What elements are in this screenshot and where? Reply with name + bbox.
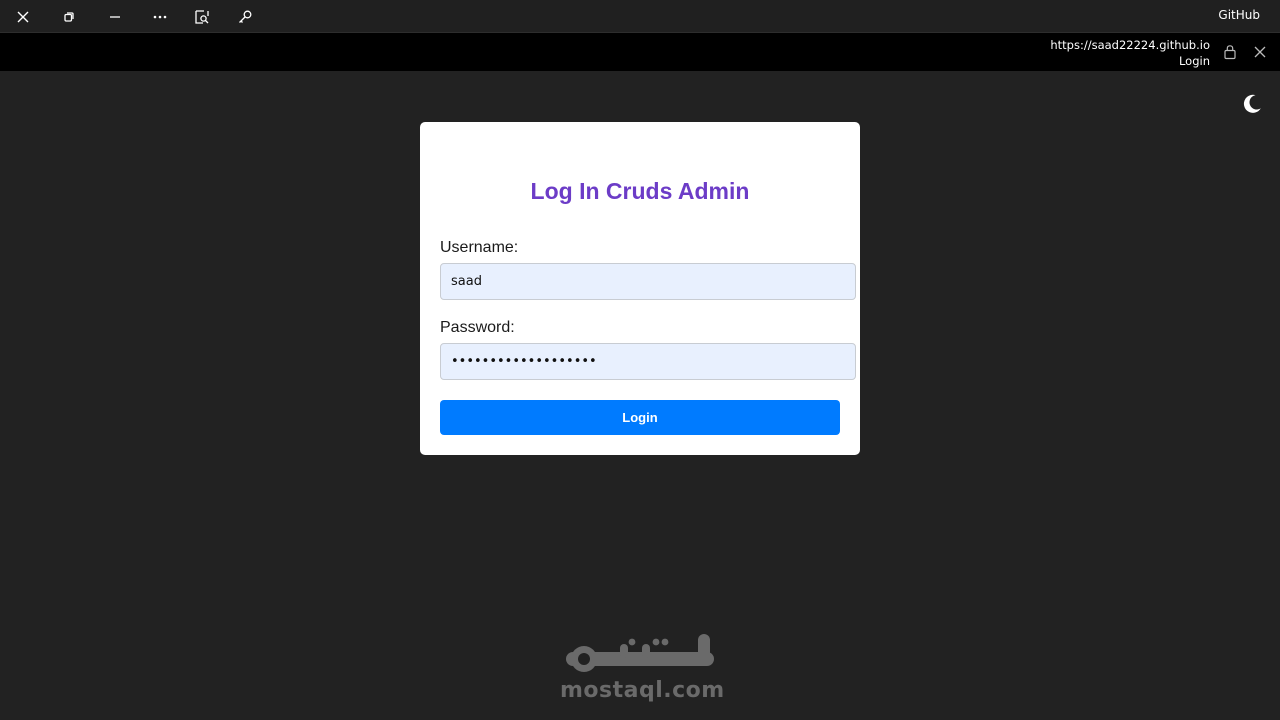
close-icon[interactable] <box>10 4 36 30</box>
key-icon[interactable] <box>232 4 258 30</box>
moon-icon[interactable] <box>1240 92 1264 116</box>
url-text: https://saad22224.github.io <box>1050 38 1210 52</box>
mostaql-logo <box>566 634 714 672</box>
close-url-icon[interactable] <box>1251 43 1269 61</box>
page-title: Login <box>1178 54 1210 68</box>
find-in-page-icon[interactable] <box>189 4 215 30</box>
url-info[interactable]: https://saad22224.github.io Login <box>1050 37 1210 69</box>
username-label: Username: <box>440 239 519 256</box>
github-label[interactable]: GitHub <box>1218 8 1260 22</box>
watermark-domain: mostaql.com <box>560 678 725 703</box>
lock-icon[interactable] <box>1221 43 1239 61</box>
minimize-icon[interactable] <box>102 4 128 30</box>
login-title: Log In Cruds Admin <box>530 178 750 204</box>
username-input[interactable] <box>440 263 856 300</box>
password-input[interactable] <box>440 343 856 380</box>
url-bar: https://saad22224.github.io Login <box>0 33 1280 71</box>
more-icon[interactable] <box>147 4 173 30</box>
login-button[interactable]: Login <box>440 400 840 435</box>
window-titlebar: GitHub <box>0 0 1280 33</box>
password-label: Password: <box>440 319 515 336</box>
restore-icon[interactable] <box>56 4 82 30</box>
